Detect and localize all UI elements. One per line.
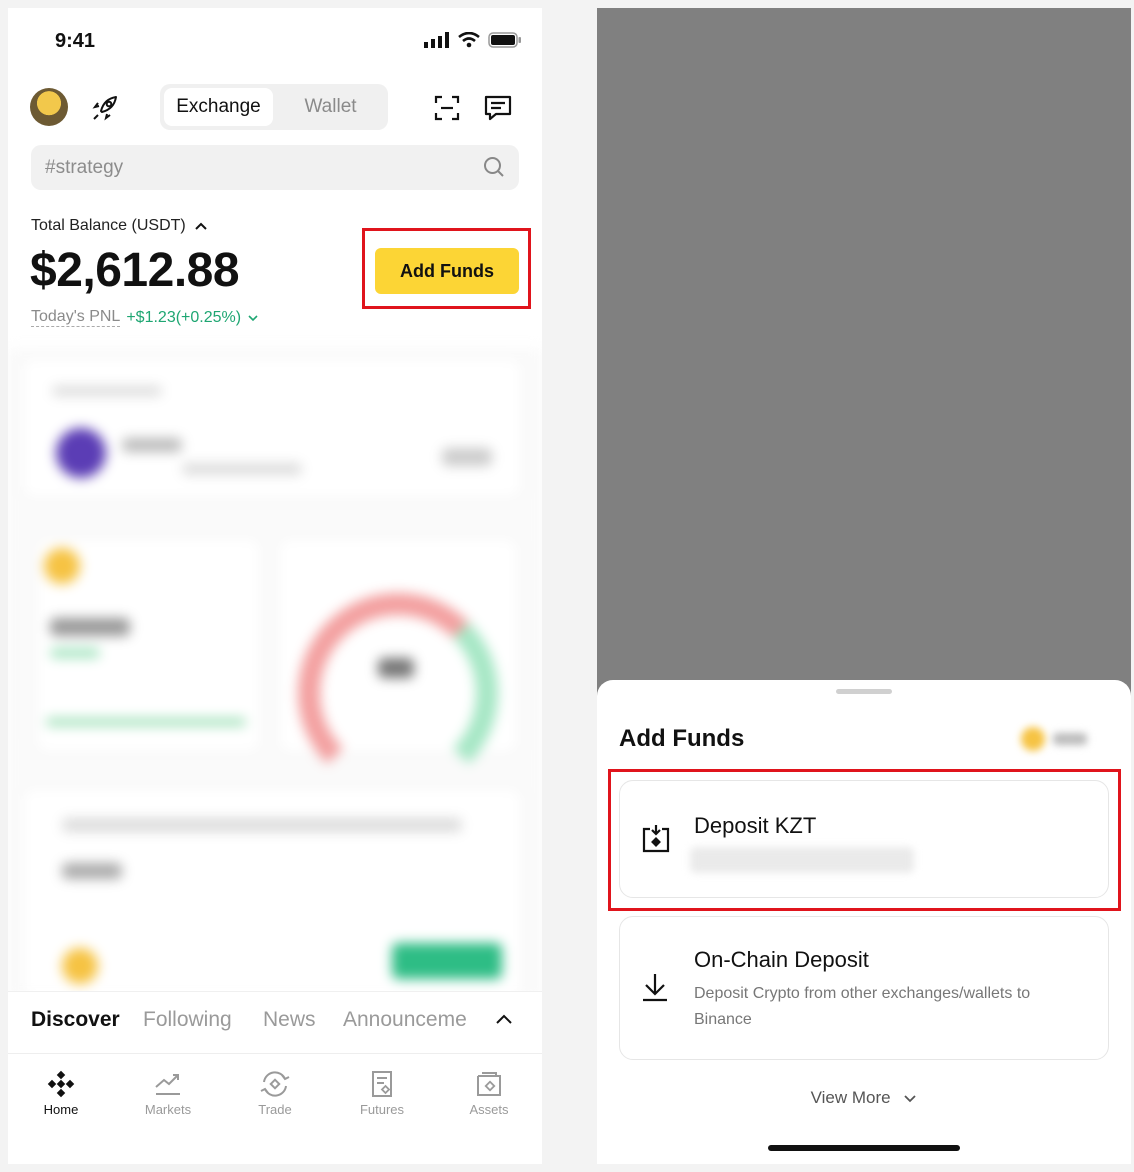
feed-tabs: Discover Following News Announceme	[8, 991, 542, 1054]
scan-icon[interactable]	[432, 93, 462, 123]
search-placeholder: #strategy	[45, 157, 124, 178]
pnl-value: +$1.23(+0.25%)	[126, 308, 242, 326]
blurred-card	[22, 358, 522, 498]
dim-overlay[interactable]	[597, 8, 1131, 680]
status-time: 9:41	[55, 30, 96, 52]
tab-wallet[interactable]: Wallet	[277, 88, 384, 126]
balance-label-text: Total Balance (USDT)	[31, 217, 186, 234]
futures-icon	[372, 1071, 392, 1097]
nav-markets-label: Markets	[144, 1102, 192, 1117]
exchange-wallet-switch: Exchange Wallet	[160, 84, 388, 130]
tab-following[interactable]: Following	[143, 1008, 232, 1032]
chevron-down-icon	[248, 314, 258, 321]
download-icon	[643, 974, 667, 1002]
deposit-kzt-title: Deposit KZT	[694, 813, 817, 838]
tab-discover[interactable]: Discover	[31, 1008, 120, 1032]
wifi-icon	[458, 32, 480, 48]
header-row: Exchange Wallet	[8, 76, 542, 132]
nav-markets[interactable]: Markets	[128, 1068, 208, 1117]
view-more-label: View More	[810, 1088, 891, 1107]
nav-assets-label: Assets	[469, 1102, 509, 1117]
home-screen: 9:41 Exchange Wallet #strategy Total Bal…	[8, 8, 542, 1164]
tab-news[interactable]: News	[263, 1008, 316, 1032]
balance-value: $2,612.88	[30, 244, 240, 297]
avatar[interactable]	[30, 88, 68, 126]
add-funds-button[interactable]: Add Funds	[375, 248, 519, 294]
status-bar: 9:41	[8, 8, 542, 68]
on-chain-deposit-subtitle: Deposit Crypto from other exchanges/wall…	[694, 985, 1031, 1028]
battery-icon	[488, 32, 521, 48]
signal-icon	[424, 32, 449, 48]
tab-announcements[interactable]: Announceme	[343, 1008, 478, 1032]
nav-home[interactable]: Home	[21, 1068, 101, 1117]
on-chain-deposit-option[interactable]: On-Chain Deposit Deposit Crypto from oth…	[619, 916, 1109, 1060]
blurred-content	[8, 348, 542, 998]
binance-logo-icon	[47, 1070, 75, 1098]
add-funds-screen: Add Funds Deposit KZT On-Chain Deposit D…	[597, 8, 1131, 1164]
deposit-fiat-icon	[642, 825, 670, 853]
currency-chip[interactable]	[1015, 721, 1101, 757]
blurred-card	[36, 538, 261, 753]
tab-exchange[interactable]: Exchange	[164, 88, 273, 126]
blurred-card	[278, 538, 518, 793]
home-indicator	[768, 1145, 960, 1151]
nav-trade[interactable]: Trade	[235, 1068, 315, 1117]
search-input[interactable]: #strategy	[31, 145, 519, 190]
on-chain-deposit-title: On-Chain Deposit	[694, 947, 869, 972]
nav-trade-label: Trade	[258, 1102, 292, 1117]
nav-futures[interactable]: Futures	[342, 1068, 422, 1117]
sheet-title: Add Funds	[619, 725, 745, 752]
bottom-nav: Home Markets Trade Futures Assets	[8, 1053, 542, 1164]
view-more-button[interactable]: View More	[597, 1088, 1131, 1108]
pnl-row[interactable]: Today's PNL +$1.23(+0.25%)	[31, 308, 259, 327]
rocket-icon[interactable]	[88, 91, 122, 125]
deposit-kzt-option[interactable]: Deposit KZT	[619, 780, 1109, 898]
chevron-up-icon	[195, 222, 207, 230]
trade-icon	[260, 1071, 290, 1097]
chevron-up-icon[interactable]	[495, 1013, 513, 1025]
assets-icon	[477, 1072, 501, 1096]
message-icon[interactable]	[483, 93, 513, 123]
blurred-card	[22, 788, 522, 998]
chevron-down-icon	[904, 1095, 916, 1103]
nav-assets[interactable]: Assets	[449, 1068, 529, 1117]
search-icon	[484, 157, 504, 177]
balance-label[interactable]: Total Balance (USDT)	[31, 217, 208, 235]
markets-icon	[155, 1074, 180, 1095]
nav-futures-label: Futures	[359, 1102, 405, 1117]
status-icons	[424, 32, 522, 48]
add-funds-sheet: Add Funds Deposit KZT On-Chain Deposit D…	[597, 680, 1131, 1164]
nav-home-label: Home	[43, 1102, 79, 1117]
sheet-handle[interactable]	[836, 689, 892, 694]
deposit-kzt-subtitle-blurred	[690, 847, 914, 873]
pnl-label: Today's PNL	[31, 308, 121, 327]
